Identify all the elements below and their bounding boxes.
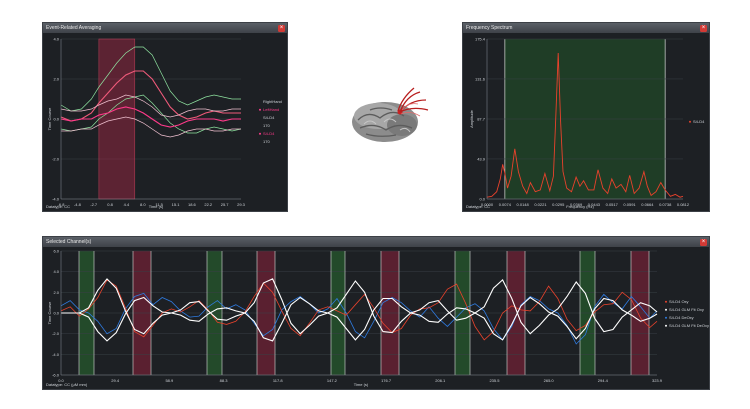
x-tick-label: 0.0738 — [659, 202, 672, 207]
x-tick-label: 206.1 — [435, 378, 446, 383]
series-line-lefthand-upper — [60, 94, 241, 118]
spectrum-datatype-label: Datatype: CC — [466, 204, 491, 209]
legend-item: S4-D4 DeOxy — [669, 315, 694, 320]
y-tick-label: -6.0 — [52, 373, 60, 378]
legend-marker — [259, 108, 261, 111]
erp-chart[interactable]: -4.0-2.00.02.04.0-6.8 -4.8 -2.7 0.8 4.4 8.0 11… — [43, 23, 289, 213]
x-tick-label: 0.0148 — [517, 202, 530, 207]
spectrum-x-axis-label: Frequency (Hz) — [566, 204, 594, 209]
x-tick-label: 0.8 — [107, 202, 113, 207]
x-tick-label: 15.1 — [172, 202, 181, 207]
erp-y-axis-label: Time Course — [47, 107, 52, 131]
legend-marker — [665, 316, 667, 319]
legend-item: S4-D4 — [263, 115, 275, 120]
legend-marker — [665, 324, 667, 327]
x-tick-label: 4.4 — [124, 202, 130, 207]
x-tick-label: 18.6 — [188, 202, 197, 207]
x-tick-label: 8.0 — [140, 202, 146, 207]
y-tick-label: 175.4 — [475, 37, 486, 42]
x-tick-label: -2.7 — [90, 202, 98, 207]
legend-item: 170 — [263, 139, 270, 144]
x-tick-label: 176.7 — [381, 378, 392, 383]
x-tick-label: 58.9 — [165, 378, 174, 383]
x-tick-label: 22.2 — [204, 202, 213, 207]
erp-x-axis-label: Time (s) — [148, 204, 164, 209]
x-tick-label: 88.3 — [220, 378, 229, 383]
y-tick-label: 0.0 — [479, 197, 485, 202]
x-tick-label: 0.0517 — [606, 202, 619, 207]
channels-x-axis-label: Time (s) — [353, 382, 369, 387]
legend-item: S4-D4 Oxy — [669, 299, 689, 304]
legend-marker — [665, 308, 667, 311]
legend-item: 170 — [263, 123, 270, 128]
channels-window[interactable]: Selected Channel(s) × -6.0 -4.0 -2.0 0.0 2.0… — [42, 236, 710, 390]
brain-3d-icon — [352, 87, 429, 142]
channels-datatype-label: Datatype: CC (μM mm) — [46, 382, 88, 387]
spectrum-y-axis-label: Amplitude — [469, 109, 474, 128]
y-tick-label: 4.0 — [53, 37, 59, 42]
x-tick-label: 29.4 — [111, 378, 120, 383]
y-tick-label: 4.0 — [53, 269, 59, 274]
y-tick-label: 2.0 — [53, 77, 59, 82]
x-tick-label: 265.0 — [544, 378, 555, 383]
erp-window[interactable]: Event-Related Averaging × -4.0 -2.0 0.0 2.0… — [42, 22, 288, 212]
spectrum-chart[interactable]: 0.043.987.7131.6175.40.0000 0.0074 0.0148 0… — [463, 23, 711, 213]
channels-chart[interactable]: -6.0-4.0-2.00.02.04.06.00.0 29.4 58.9 88.3 1… — [43, 237, 711, 391]
y-tick-label: 0.0 — [53, 311, 59, 316]
legend-marker — [689, 120, 691, 123]
erp-datatype-label: Datatype: CC — [46, 204, 71, 209]
x-tick-label: 0.0221 — [534, 202, 547, 207]
y-tick-label: -2.0 — [52, 331, 60, 336]
x-tick-label: 0.0812 — [677, 202, 690, 207]
x-tick-label: 29.3 — [237, 202, 246, 207]
spectrum-window[interactable]: Frequency Spectrum × 0.0 43.9 87.7 131.6 175… — [462, 22, 710, 212]
y-tick-label: 87.7 — [477, 117, 486, 122]
legend-item: S4-D4 — [693, 119, 705, 124]
y-tick-label: -4.0 — [52, 197, 60, 202]
x-tick-label: 0.0295 — [552, 202, 565, 207]
legend-item: LeftHand — [263, 107, 279, 112]
y-tick-label: 0.0 — [53, 117, 59, 122]
series-line-righthand-lower — [60, 94, 242, 134]
y-tick-label: -4.0 — [52, 352, 60, 357]
legend-item: S4-D4 GLM Fit DeOxy — [669, 323, 709, 328]
y-tick-label: -2.0 — [52, 157, 60, 162]
channels-y-axis-label: Time Course — [47, 301, 52, 325]
legend-marker — [259, 132, 261, 135]
x-tick-label: 117.8 — [273, 378, 283, 383]
legend-item: RightHand — [263, 99, 282, 104]
x-tick-label: 0.0074 — [499, 202, 512, 207]
x-tick-label: 235.5 — [489, 378, 500, 383]
legend-item: S4-D4 GLM Fit Oxy — [669, 307, 704, 312]
y-tick-label: 43.9 — [477, 156, 486, 161]
x-tick-label: 147.2 — [327, 378, 338, 383]
x-tick-label: 0.0664 — [641, 202, 654, 207]
y-tick-label: 131.6 — [475, 76, 486, 81]
x-tick-label: -4.8 — [74, 202, 82, 207]
y-tick-label: 2.0 — [53, 290, 59, 295]
x-tick-label: 294.4 — [598, 378, 609, 383]
legend-marker — [665, 300, 667, 303]
x-tick-label: 323.9 — [652, 378, 663, 383]
y-tick-label: 6.0 — [53, 249, 59, 254]
series-line-righthand-mean — [60, 70, 241, 122]
x-tick-label: 25.7 — [221, 202, 230, 207]
x-tick-label: 0.0591 — [623, 202, 636, 207]
legend-item: S4-D4 — [263, 131, 275, 136]
